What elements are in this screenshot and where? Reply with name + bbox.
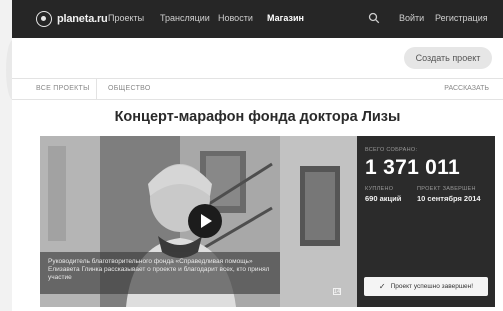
- raised-amount: 1 371 011: [365, 156, 460, 179]
- breadcrumb-divider: [96, 79, 97, 99]
- success-text: Проект успешно завершен!: [390, 283, 474, 290]
- nav-projects[interactable]: Проекты: [108, 13, 144, 23]
- project-success-button[interactable]: ✓ Проект успешно завершен!: [364, 277, 488, 296]
- create-project-button[interactable]: Создать проект: [404, 47, 492, 69]
- site-logo[interactable]: planeta.ru: [36, 10, 108, 28]
- page: planeta.ru Проекты Трансляции Новости Ма…: [12, 0, 503, 311]
- logo-icon: [36, 11, 52, 27]
- nav-shop[interactable]: Магазин: [267, 13, 304, 23]
- bought-label: КУПЛЕНО: [365, 186, 394, 192]
- video-count-icon: [333, 288, 342, 295]
- finished-value: 10 сентября 2014: [417, 194, 481, 203]
- play-button[interactable]: [188, 204, 222, 238]
- register-link[interactable]: Регистрация: [435, 13, 488, 23]
- video-player[interactable]: Руководитель благотворительного фонда «С…: [40, 136, 357, 307]
- nav-broadcasts[interactable]: Трансляции: [160, 13, 210, 23]
- search-icon[interactable]: [368, 12, 380, 24]
- finished-label: ПРОЕКТ ЗАВЕРШЕН: [417, 186, 476, 192]
- project-title: Концерт-марафон фонда доктора Лизы: [114, 109, 401, 125]
- background-edge: [0, 0, 20, 311]
- logo-text: planeta.ru: [57, 13, 108, 25]
- breadcrumb-category[interactable]: ОБЩЕСТВО: [108, 85, 151, 92]
- video-counter: 14: [333, 288, 342, 295]
- breadcrumb-all-projects[interactable]: ВСЕ ПРОЕКТЫ: [36, 85, 90, 92]
- bought-value: 690 акций: [365, 194, 402, 203]
- raised-label: ВСЕГО СОБРАНО:: [365, 147, 418, 153]
- breadcrumb: ВСЕ ПРОЕКТЫ ОБЩЕСТВО РАССКАЗАТЬ: [12, 78, 503, 100]
- check-icon: ✓: [378, 282, 386, 291]
- funding-stats-panel: ВСЕГО СОБРАНО: 1 371 011 КУПЛЕНО 690 акц…: [357, 136, 495, 307]
- nav-news[interactable]: Новости: [218, 13, 253, 23]
- share-link[interactable]: РАССКАЗАТЬ: [444, 85, 489, 92]
- top-navigation-bar: planeta.ru Проекты Трансляции Новости Ма…: [12, 0, 503, 38]
- login-link[interactable]: Войти: [399, 13, 424, 23]
- video-caption: Руководитель благотворительного фонда «С…: [40, 252, 280, 294]
